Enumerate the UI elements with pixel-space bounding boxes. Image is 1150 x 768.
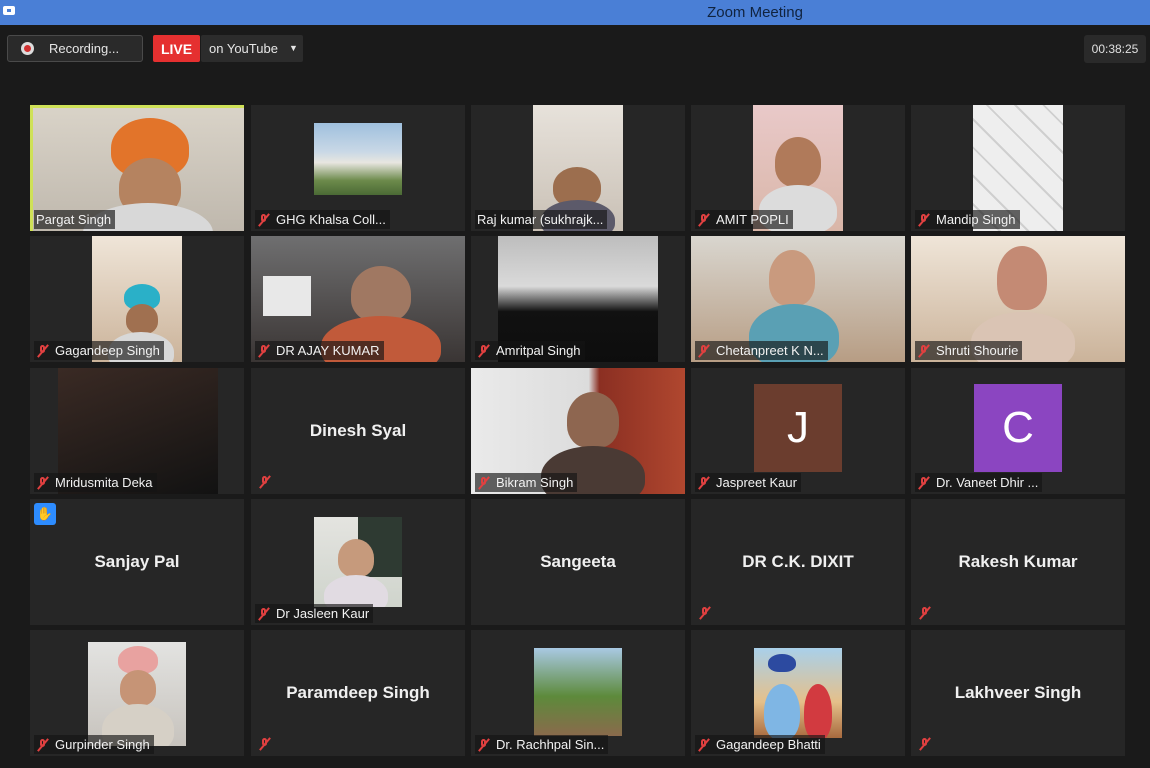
muted-mic-icon [258, 475, 272, 489]
participant-name-label: DR AJAY KUMAR [255, 341, 384, 360]
participant-tile[interactable]: Sangeeta [471, 499, 685, 625]
muted-mic-icon [917, 213, 931, 227]
participant-name-label: Gagandeep Singh [34, 341, 164, 360]
muted-mic-icon [918, 737, 932, 751]
muted-mic-icon [697, 344, 711, 358]
participant-name-label: Dr Jasleen Kaur [255, 604, 374, 623]
muted-mic-icon [477, 344, 491, 358]
muted-mic-icon [258, 737, 272, 751]
participant-name-label: AMIT POPLI [695, 210, 793, 229]
participant-name-label: Dr. Vaneet Dhir ... [915, 473, 1043, 492]
participant-tile[interactable]: Dr Jasleen Kaur [251, 499, 465, 625]
participant-name-label: GHG Khalsa Coll... [255, 210, 390, 229]
muted-mic-icon [697, 738, 711, 752]
meeting-timer: 00:38:25 [1084, 35, 1146, 63]
muted-mic-icon [36, 344, 50, 358]
participant-tile[interactable]: AMIT POPLI [691, 105, 905, 231]
participant-tile[interactable]: Lakhveer Singh [911, 630, 1125, 756]
recording-label: Recording... [49, 41, 120, 56]
muted-mic-icon [477, 476, 491, 490]
participant-name: Sangeeta [540, 552, 616, 571]
participant-photo [754, 648, 842, 738]
muted-mic-icon [36, 738, 50, 752]
participant-tile[interactable]: C Dr. Vaneet Dhir ... [911, 368, 1125, 494]
participant-name-label: Jaspreet Kaur [695, 473, 801, 492]
participant-name-label: Bikram Singh [475, 473, 578, 492]
muted-mic-icon [697, 213, 711, 227]
participant-photo [314, 123, 402, 195]
participant-tile[interactable]: Paramdeep Singh [251, 630, 465, 756]
participant-tile[interactable]: Gurpinder Singh [30, 630, 244, 756]
participant-name-label: Amritpal Singh [475, 341, 585, 360]
meeting-top-bar: Recording... LIVE on YouTube ▼ 00:38:25 [0, 25, 1150, 75]
participant-tile[interactable]: Amritpal Singh [471, 236, 685, 362]
muted-mic-icon [698, 606, 712, 620]
participant-tile[interactable]: Raj kumar (sukhrajk... [471, 105, 685, 231]
muted-mic-icon [917, 344, 931, 358]
participant-tile[interactable]: DR C.K. DIXIT [691, 499, 905, 625]
participant-name: Sanjay Pal [94, 552, 180, 571]
muted-mic-icon [36, 476, 50, 490]
muted-mic-icon [257, 213, 271, 227]
participant-name-label: Pargat Singh [34, 210, 116, 229]
participant-name-label: Mandip Singh [915, 210, 1020, 229]
stream-destination-label: on YouTube [209, 41, 278, 56]
participant-name-label: Dr. Rachhpal Sin... [475, 735, 609, 754]
participant-avatar: J [754, 384, 842, 472]
participant-tile[interactable]: Mridusmita Deka [30, 368, 244, 494]
participant-tile[interactable]: GHG Khalsa Coll... [251, 105, 465, 231]
participant-tile[interactable]: Mandip Singh [911, 105, 1125, 231]
participant-tile[interactable]: Dinesh Syal [251, 368, 465, 494]
participant-tile[interactable]: ✋ Sanjay Pal [30, 499, 244, 625]
title-bar: Zoom Meeting [0, 0, 1150, 25]
participant-name-label: Gurpinder Singh [34, 735, 154, 754]
participant-name: Dinesh Syal [309, 421, 407, 440]
participant-tile[interactable]: Gagandeep Bhatti [691, 630, 905, 756]
muted-mic-icon [257, 344, 271, 358]
record-icon [21, 42, 34, 55]
participant-tile[interactable]: Rakesh Kumar [911, 499, 1125, 625]
participant-avatar: C [974, 384, 1062, 472]
participant-tile[interactable]: Dr. Rachhpal Sin... [471, 630, 685, 756]
participant-tile[interactable]: Gagandeep Singh [30, 236, 244, 362]
participant-tile[interactable]: Pargat Singh [30, 105, 244, 231]
participant-name-label: Chetanpreet K N... [695, 341, 828, 360]
participant-name-label: Raj kumar (sukhrajk... [475, 210, 608, 229]
participant-name-label: Shruti Shourie [915, 341, 1023, 360]
participant-photo [314, 517, 402, 607]
muted-mic-icon [477, 738, 491, 752]
participant-tile[interactable]: Chetanpreet K N... [691, 236, 905, 362]
window-title: Zoom Meeting [707, 4, 803, 21]
live-stream-dropdown[interactable]: on YouTube ▼ [201, 35, 303, 62]
raised-hand-icon: ✋ [34, 503, 56, 525]
participant-tile[interactable]: Bikram Singh [471, 368, 685, 494]
live-badge: LIVE [153, 35, 200, 62]
participant-photo [88, 642, 186, 746]
participant-name-label: Gagandeep Bhatti [695, 735, 825, 754]
participant-tile[interactable]: J Jaspreet Kaur [691, 368, 905, 494]
muted-mic-icon [697, 476, 711, 490]
participant-name-label: Mridusmita Deka [34, 473, 157, 492]
muted-mic-icon [917, 476, 931, 490]
participant-tile[interactable]: DR AJAY KUMAR [251, 236, 465, 362]
participant-photo [534, 648, 622, 736]
participant-name: Paramdeep Singh [286, 683, 430, 702]
caret-down-icon: ▼ [289, 43, 298, 53]
muted-mic-icon [918, 606, 932, 620]
muted-mic-icon [257, 607, 271, 621]
participant-name: Rakesh Kumar [958, 552, 1078, 571]
participant-name: DR C.K. DIXIT [742, 552, 854, 571]
participant-name: Lakhveer Singh [954, 683, 1082, 702]
recording-indicator[interactable]: Recording... [7, 35, 143, 62]
participant-tile[interactable]: Shruti Shourie [911, 236, 1125, 362]
